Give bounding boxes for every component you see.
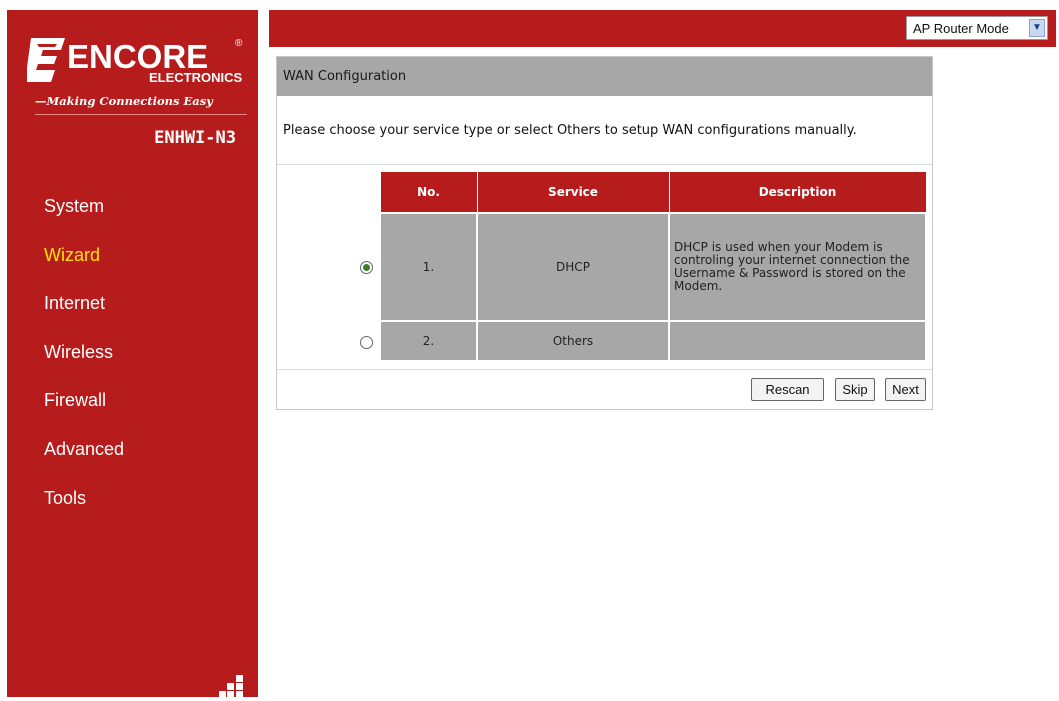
sidebar-item-firewall[interactable]: Firewall	[44, 387, 124, 436]
divider	[277, 369, 932, 370]
sidebar-item-internet[interactable]: Internet	[44, 290, 124, 339]
sidebar-item-advanced[interactable]: Advanced	[44, 436, 124, 485]
sidebar-item-wizard[interactable]: Wizard	[44, 242, 124, 291]
encore-logo-graphic: ENCORE ® ELECTRONICS —Making Connections…	[27, 38, 243, 108]
sidebar-nav: System Wizard Internet Wireless Firewall…	[44, 193, 124, 533]
mode-select-value: AP Router Mode	[913, 21, 1009, 36]
skip-button[interactable]: Skip	[835, 378, 875, 401]
row-no: 1.	[379, 212, 478, 322]
sidebar-item-wireless[interactable]: Wireless	[44, 339, 124, 388]
sidebar: ENCORE ® ELECTRONICS —Making Connections…	[7, 10, 258, 697]
wan-config-panel: WAN Configuration Please choose your ser…	[276, 56, 933, 410]
svg-text:®: ®	[235, 38, 243, 49]
service-radio-dhcp[interactable]	[360, 261, 373, 274]
row-service: Others	[476, 320, 670, 362]
row-service: DHCP	[476, 212, 670, 322]
service-table: No. Service Description 1. DHCP DHCP is …	[379, 171, 927, 362]
column-header-description: Description	[668, 171, 927, 214]
column-header-no: No.	[379, 171, 478, 214]
service-radio-others[interactable]	[360, 336, 373, 349]
grid-icon	[219, 675, 245, 697]
mode-select[interactable]: AP Router Mode ▼	[906, 16, 1048, 40]
logo-subtext: ELECTRONICS	[149, 70, 243, 85]
column-header-service: Service	[476, 171, 670, 214]
chevron-down-icon[interactable]: ▼	[1029, 19, 1045, 37]
tagline-divider	[35, 114, 247, 115]
next-button[interactable]: Next	[885, 378, 926, 401]
encore-logo: ENCORE ® ELECTRONICS —Making Connections…	[27, 32, 247, 108]
sidebar-item-system[interactable]: System	[44, 193, 124, 242]
logo-tagline: —Making Connections Easy	[35, 94, 214, 108]
table-row: 2. Others	[379, 320, 927, 362]
row-description	[668, 320, 927, 362]
top-bar: AP Router Mode ▼	[269, 10, 1056, 47]
rescan-button[interactable]: Rescan	[751, 378, 824, 401]
divider	[277, 164, 932, 165]
model-name: ENHWI-N3	[154, 128, 236, 148]
row-description: DHCP is used when your Modem is controli…	[668, 212, 927, 322]
panel-title: WAN Configuration	[277, 57, 932, 96]
table-row: 1. DHCP DHCP is used when your Modem is …	[379, 212, 927, 322]
sidebar-item-tools[interactable]: Tools	[44, 485, 124, 534]
row-no: 2.	[379, 320, 478, 362]
instruction-text: Please choose your service type or selec…	[283, 123, 857, 138]
